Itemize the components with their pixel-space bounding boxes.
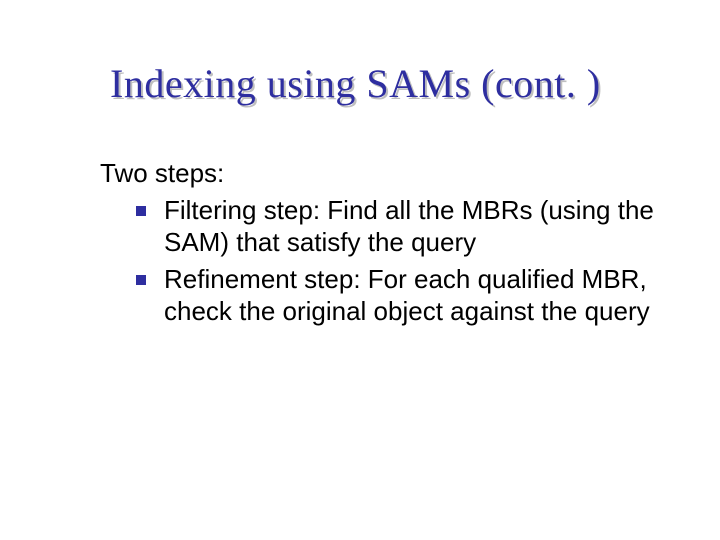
slide-title: Indexing using SAMs (cont. ): [110, 60, 670, 107]
bullet-list: Filtering step: Find all the MBRs (using…: [100, 194, 670, 328]
lead-text: Two steps:: [100, 157, 670, 190]
list-item: Refinement step: For each qualified MBR,…: [136, 263, 670, 328]
slide-body: Two steps: Filtering step: Find all the …: [100, 157, 670, 328]
slide: Indexing using SAMs (cont. ) Two steps: …: [0, 0, 720, 540]
list-item: Filtering step: Find all the MBRs (using…: [136, 194, 670, 259]
